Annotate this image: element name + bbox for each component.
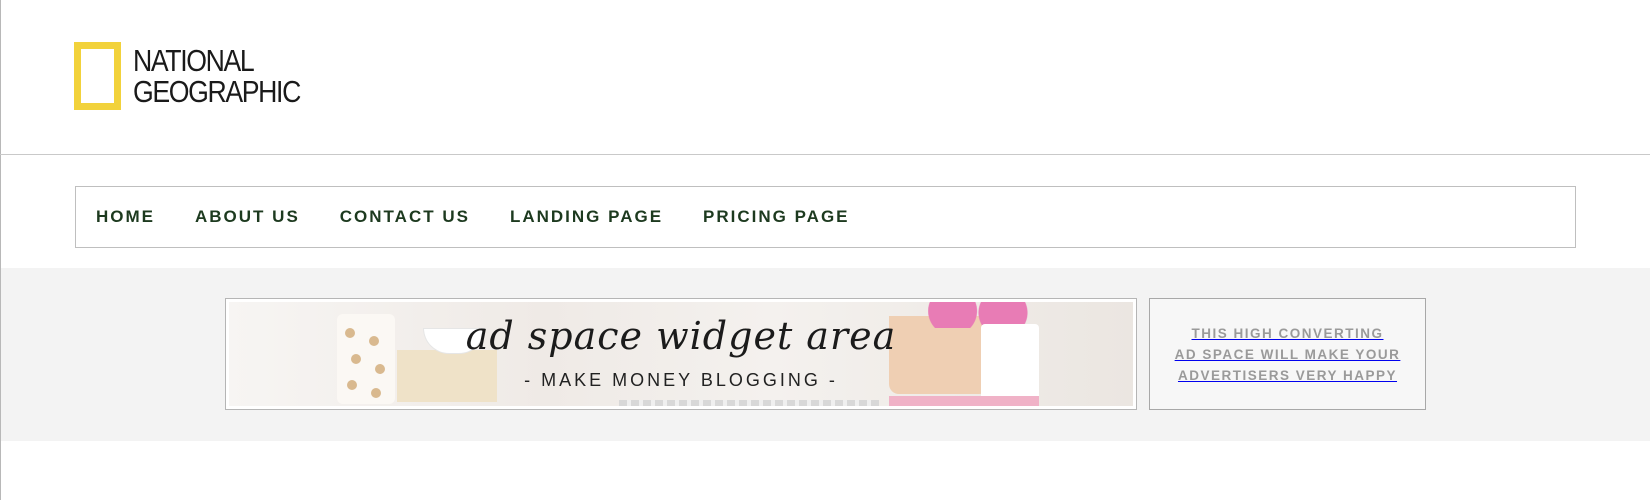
site-header: NATIONAL GEOGRAPHIC [0, 0, 1650, 155]
ad-banner-subtitle: - MAKE MONEY BLOGGING - [524, 370, 838, 390]
logo-line-1: NATIONAL [133, 43, 255, 78]
yellow-border-icon [74, 42, 121, 110]
ad-banner-title: ad space widget area [465, 314, 897, 358]
logo-wordmark: NATIONAL GEOGRAPHIC [133, 42, 301, 109]
logo-line-2: GEOGRAPHIC [133, 74, 301, 109]
nav-item-home[interactable]: HOME [96, 207, 155, 227]
ad-side-text: THIS HIGH CONVERTING AD SPACE WILL MAKE … [1175, 323, 1401, 386]
nav-item-landing-page[interactable]: LANDING PAGE [510, 207, 663, 227]
book-icon [889, 396, 1039, 406]
keyboard-icon [619, 400, 879, 406]
nav-item-pricing-page[interactable]: PRICING PAGE [703, 207, 849, 227]
ad-banner-image: ad space widget area - MAKE MONEY BLOGGI… [229, 302, 1133, 406]
nav-item-about-us[interactable]: ABOUT US [195, 207, 300, 227]
main-navigation: HOME ABOUT US CONTACT US LANDING PAGE PR… [75, 186, 1576, 248]
national-geographic-logo[interactable]: NATIONAL GEOGRAPHIC [74, 42, 327, 110]
ad-widget-band: ad space widget area - MAKE MONEY BLOGGI… [1, 268, 1650, 441]
ad-banner-main[interactable]: ad space widget area - MAKE MONEY BLOGGI… [225, 298, 1137, 410]
ad-banner-side[interactable]: THIS HIGH CONVERTING AD SPACE WILL MAKE … [1149, 298, 1426, 410]
ad-side-line-1: THIS HIGH CONVERTING [1191, 325, 1384, 341]
ad-side-line-3: ADVERTISERS VERY HAPPY [1177, 367, 1398, 383]
ad-side-line-2: AD SPACE WILL MAKE YOUR [1174, 346, 1401, 362]
nav-item-contact-us[interactable]: CONTACT US [340, 207, 470, 227]
